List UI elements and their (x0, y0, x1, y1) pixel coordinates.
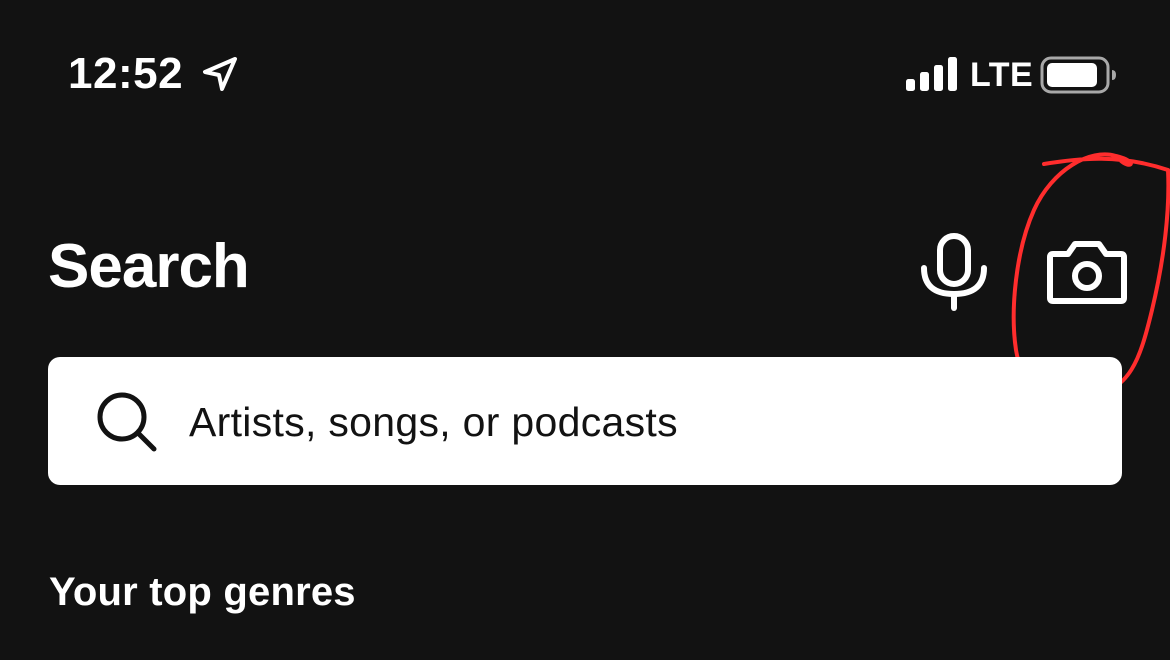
network-type-label: LTE (970, 56, 1034, 94)
search-input[interactable]: Artists, songs, or podcasts (48, 357, 1122, 485)
battery-icon (1040, 56, 1116, 94)
camera-scan-button[interactable] (1044, 238, 1130, 308)
location-arrow-icon (203, 57, 237, 91)
search-placeholder: Artists, songs, or podcasts (189, 399, 678, 445)
voice-search-button[interactable] (916, 232, 992, 312)
cellular-signal-icon (906, 57, 957, 91)
camera-icon (1047, 241, 1127, 304)
status-bar: 12:52 LTE (0, 0, 1170, 150)
status-time: 12:52 (68, 49, 184, 98)
page-title: Search (48, 232, 250, 301)
microphone-icon (921, 233, 987, 311)
top-genres-heading: Your top genres (49, 570, 356, 614)
search-icon (97, 392, 157, 452)
